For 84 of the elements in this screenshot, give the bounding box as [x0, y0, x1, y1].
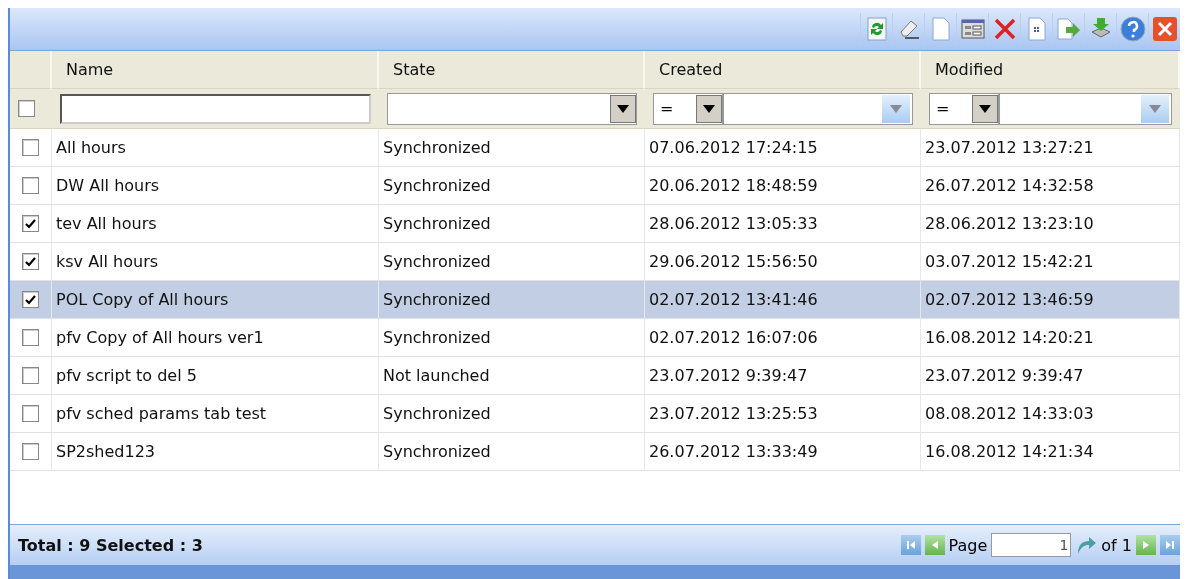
row-checkbox[interactable]	[22, 367, 39, 384]
caret-icon	[703, 104, 715, 113]
first-page-button[interactable]	[900, 535, 921, 555]
first-page-icon	[905, 540, 916, 550]
date-filter-dropdown[interactable]	[999, 92, 1172, 125]
table-cell: Synchronized	[379, 433, 645, 471]
help-icon	[1119, 16, 1146, 42]
selection-summary: Total : 9 Selected : 3	[18, 535, 203, 555]
table-cell: 07.06.2012 17:24:15	[645, 129, 921, 167]
table-cell: pfv sched params tab test	[52, 395, 379, 433]
table-cell: 28.06.2012 13:23:10	[921, 205, 1180, 243]
name-filter-field[interactable]	[60, 93, 371, 124]
date-filter-dropdown[interactable]	[723, 92, 913, 125]
state-filter-dropdown[interactable]	[387, 92, 637, 125]
caret-icon	[890, 104, 902, 113]
table-cell: 23.07.2012 9:39:47	[645, 357, 921, 395]
caret-icon	[1149, 104, 1161, 113]
row-checkbox[interactable]	[22, 253, 39, 270]
table-cell: 02.07.2012 13:46:59	[921, 281, 1180, 319]
close-button[interactable]	[1148, 13, 1180, 45]
select-all-checkbox[interactable]	[18, 100, 35, 117]
table-cell: 02.07.2012 16:07:06	[645, 319, 921, 357]
table-cell: 08.08.2012 14:33:03	[921, 395, 1180, 433]
row-checkbox[interactable]	[22, 177, 39, 194]
page-total: of 1	[1101, 535, 1132, 555]
last-page-button[interactable]	[1160, 535, 1180, 555]
table-cell: DW All hours	[52, 167, 379, 205]
table-cell: 29.06.2012 15:56:50	[645, 243, 921, 281]
table-cell: 02.07.2012 13:41:46	[645, 281, 921, 319]
row-checkbox[interactable]	[22, 443, 39, 460]
row-checkbox[interactable]	[22, 329, 39, 346]
column-header[interactable]: State	[379, 51, 645, 89]
table-cell: 20.06.2012 18:48:59	[645, 167, 921, 205]
help-button[interactable]	[1116, 13, 1148, 45]
row-checkbox[interactable]	[22, 291, 39, 308]
page-label: Page	[948, 535, 988, 555]
refresh-icon	[865, 17, 888, 41]
operator-dropdown[interactable]: =	[929, 92, 999, 125]
previous-page-button[interactable]	[924, 535, 945, 555]
table-cell: Synchronized	[379, 205, 645, 243]
table-cell: Synchronized	[379, 129, 645, 167]
form-button[interactable]	[956, 13, 988, 45]
table-cell: Synchronized	[379, 167, 645, 205]
table-cell: POL Copy of All hours	[52, 281, 379, 319]
table-cell: Synchronized	[379, 395, 645, 433]
table-cell: 23.07.2012 9:39:47	[921, 357, 1180, 395]
form-icon	[960, 18, 985, 40]
table-cell: Synchronized	[379, 281, 645, 319]
table-cell: 03.07.2012 15:42:21	[921, 243, 1180, 281]
export-icon	[1055, 17, 1082, 41]
column-header[interactable]: Name	[52, 51, 379, 89]
table-cell: pfv Copy of All hours ver1	[52, 319, 379, 357]
table-cell: Synchronized	[379, 319, 645, 357]
column-header[interactable]: Created	[645, 51, 921, 89]
table-cell: ksv All hours	[52, 243, 379, 281]
go-arrow-icon[interactable]	[1075, 534, 1098, 556]
page-number-field[interactable]: 1	[991, 533, 1072, 557]
table-cell: All hours	[52, 129, 379, 167]
table-cell: 26.07.2012 14:32:58	[921, 167, 1180, 205]
table-cell: 16.08.2012 14:21:34	[921, 433, 1180, 471]
caret-icon	[617, 104, 629, 113]
document-icon	[930, 17, 951, 41]
next-page-icon	[1141, 540, 1151, 550]
table-cell: 23.07.2012 13:27:21	[921, 129, 1180, 167]
row-checkbox[interactable]	[22, 215, 39, 232]
table-cell: tev All hours	[52, 205, 379, 243]
table-cell: pfv script to del 5	[52, 357, 379, 395]
close-icon	[1152, 17, 1177, 41]
table-cell: SP2shed123	[52, 433, 379, 471]
column-header[interactable]: Modified	[921, 51, 1180, 89]
table-cell: 26.07.2012 13:33:49	[645, 433, 921, 471]
last-page-icon	[1165, 540, 1175, 550]
next-page-button[interactable]	[1136, 535, 1156, 555]
table-cell: 28.06.2012 13:05:33	[645, 205, 921, 243]
table-cell: Not launched	[379, 357, 645, 395]
delete-icon	[992, 17, 1017, 41]
table-cell: Synchronized	[379, 243, 645, 281]
table-cell: 16.08.2012 14:20:21	[921, 319, 1180, 357]
grid-document-icon	[1026, 17, 1047, 41]
table-cell: 23.07.2012 13:25:53	[645, 395, 921, 433]
caret-icon	[979, 104, 991, 113]
row-checkbox[interactable]	[22, 405, 39, 422]
operator-dropdown[interactable]: =	[653, 92, 723, 125]
row-checkbox[interactable]	[22, 139, 39, 156]
